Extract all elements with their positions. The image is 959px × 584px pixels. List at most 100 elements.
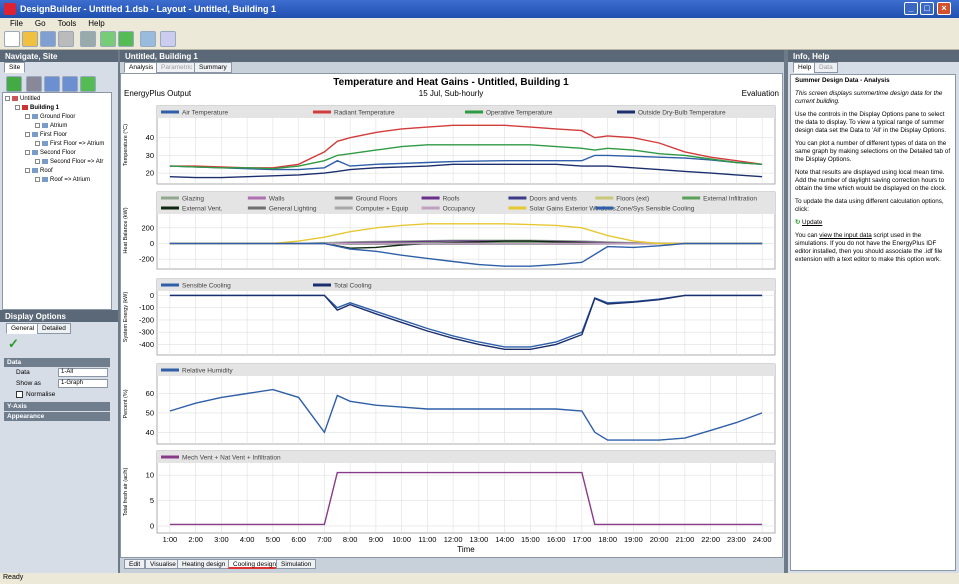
view-icon[interactable] [140, 31, 156, 47]
tree-item[interactable]: Atrium [35, 123, 67, 129]
y-tick-label: 60 [146, 389, 154, 398]
tree-item[interactable]: Second Floor [25, 150, 76, 156]
tree-item[interactable]: Ground Floor [25, 114, 75, 120]
y-tick-label: 0 [150, 239, 154, 248]
legend-label: Occupancy [443, 206, 476, 213]
tab-parametric[interactable]: Parametric [156, 62, 198, 73]
y-tick-label: 50 [146, 408, 154, 417]
tree-item[interactable]: Untitled [5, 96, 40, 102]
plot-area [156, 450, 776, 534]
y-tick-label: 5 [150, 496, 154, 505]
print-icon[interactable] [58, 31, 74, 47]
showas-select[interactable]: 1-Graph [58, 379, 108, 388]
menu-go[interactable]: Go [35, 19, 46, 28]
y-tick-label: 20 [146, 169, 154, 178]
help-p1: This screen displays summertime design d… [795, 90, 943, 105]
tree-item[interactable]: First Floor [25, 132, 67, 138]
y-tick-label: -200 [139, 255, 154, 264]
tree-item[interactable]: Building 1 [15, 105, 59, 111]
tab-simulation[interactable]: Simulation [276, 559, 317, 569]
new-file-icon[interactable] [4, 31, 20, 47]
y-tick-label: -200 [139, 315, 154, 324]
x-tick-label: 24:00 [753, 535, 772, 544]
y-tick-label: 0 [150, 521, 154, 530]
x-tick-label: 18:00 [598, 535, 617, 544]
y-axis-label: Heat Balance (kW) [123, 207, 129, 253]
update-link[interactable]: Update [802, 219, 822, 226]
legend-label: External Infiltration [703, 196, 757, 203]
tab-data[interactable]: Data [814, 62, 838, 73]
tab-general[interactable]: General [6, 323, 40, 334]
update-icon[interactable]: ↻ [795, 219, 802, 226]
middle-caption: 15 Jul, Sub-hourly [419, 89, 483, 98]
help-p4: Note that results are displayed using lo… [795, 169, 947, 192]
view-input-data-link[interactable]: view the input data [819, 232, 872, 239]
settings-icon[interactable] [80, 31, 96, 47]
forward-icon[interactable] [62, 76, 78, 92]
x-tick-label: 1:00 [163, 535, 178, 544]
x-tick-label: 16:00 [547, 535, 566, 544]
open-folder-icon[interactable] [22, 31, 38, 47]
x-tick-label: 9:00 [369, 535, 384, 544]
menu-file[interactable]: File [10, 19, 23, 28]
tab-heating-design[interactable]: Heating design [177, 559, 231, 569]
center-header: Untitled, Building 1 [120, 50, 784, 62]
y-axis-label: Total fresh air (ac/h) [123, 468, 129, 517]
arrow-right-icon[interactable] [6, 76, 22, 92]
chart-title: Temperature and Heat Gains - Untitled, B… [333, 77, 569, 88]
help-p3: You can plot a number of different types… [795, 140, 951, 163]
menu-help[interactable]: Help [88, 19, 104, 28]
back-icon[interactable] [44, 76, 60, 92]
maximize-button[interactable]: □ [920, 2, 934, 15]
x-tick-label: 14:00 [495, 535, 514, 544]
y-tick-label: 10 [146, 471, 154, 480]
legend-label: Floors (ext) [616, 196, 649, 203]
normalise-label: Normalise [26, 391, 56, 398]
chart-frame: Temperature and Heat Gains - Untitled, B… [120, 73, 783, 558]
save-icon[interactable] [40, 31, 56, 47]
tab-summary[interactable]: Summary [194, 62, 232, 73]
data-select[interactable]: 1-All [58, 368, 108, 377]
info-help-header: Info, Help [788, 50, 959, 62]
section-data[interactable]: Data [4, 358, 110, 367]
menu-tools[interactable]: Tools [58, 19, 77, 28]
tab-visualise[interactable]: Visualise [145, 559, 181, 569]
section-yaxis[interactable]: Y-Axis [4, 402, 110, 411]
x-tick-label: 17:00 [572, 535, 591, 544]
apply-check-icon[interactable]: ✓ [8, 336, 19, 352]
tab-cooling-design[interactable]: Cooling design [228, 559, 282, 569]
level-icon[interactable] [26, 76, 42, 92]
site-tree: Untitled Building 1 Ground Floor Atrium … [2, 92, 112, 310]
app-icon [4, 3, 16, 15]
toolbar [0, 29, 959, 50]
refresh-icon[interactable] [118, 31, 134, 47]
minimize-button[interactable]: _ [904, 2, 918, 15]
normalise-checkbox[interactable] [16, 391, 23, 398]
x-tick-label: 23:00 [727, 535, 746, 544]
tab-edit[interactable]: Edit [124, 559, 146, 569]
tab-site[interactable]: Site [4, 62, 26, 73]
section-appearance[interactable]: Appearance [4, 412, 110, 421]
tree-item[interactable]: First Floor => Atrium [35, 141, 104, 147]
tab-detailed[interactable]: Detailed [37, 323, 71, 334]
legend-label: Ground Floors [356, 196, 398, 203]
tree-item[interactable]: Second Floor => Atr [35, 159, 103, 165]
reload-icon[interactable] [80, 76, 96, 92]
import-icon[interactable] [100, 31, 116, 47]
y-tick-label: -300 [139, 328, 154, 337]
y-tick-label: 40 [146, 428, 154, 437]
building-icon [22, 105, 28, 110]
x-tick-label: 15:00 [521, 535, 540, 544]
tree-item[interactable]: Roof [25, 168, 53, 174]
x-tick-label: 6:00 [291, 535, 306, 544]
tab-analysis[interactable]: Analysis [124, 62, 159, 73]
report-icon[interactable] [160, 31, 176, 47]
legend-label: External Vent. [182, 206, 223, 213]
close-button[interactable]: × [937, 2, 951, 15]
left-caption: EnergyPlus Output [124, 89, 192, 98]
tab-help[interactable]: Help [793, 62, 817, 73]
tree-item[interactable]: Roof => Atrium [35, 177, 90, 183]
navigate-header: Navigate, Site [0, 50, 118, 62]
legend-label: Walls [269, 196, 285, 203]
zone-icon [42, 123, 48, 128]
